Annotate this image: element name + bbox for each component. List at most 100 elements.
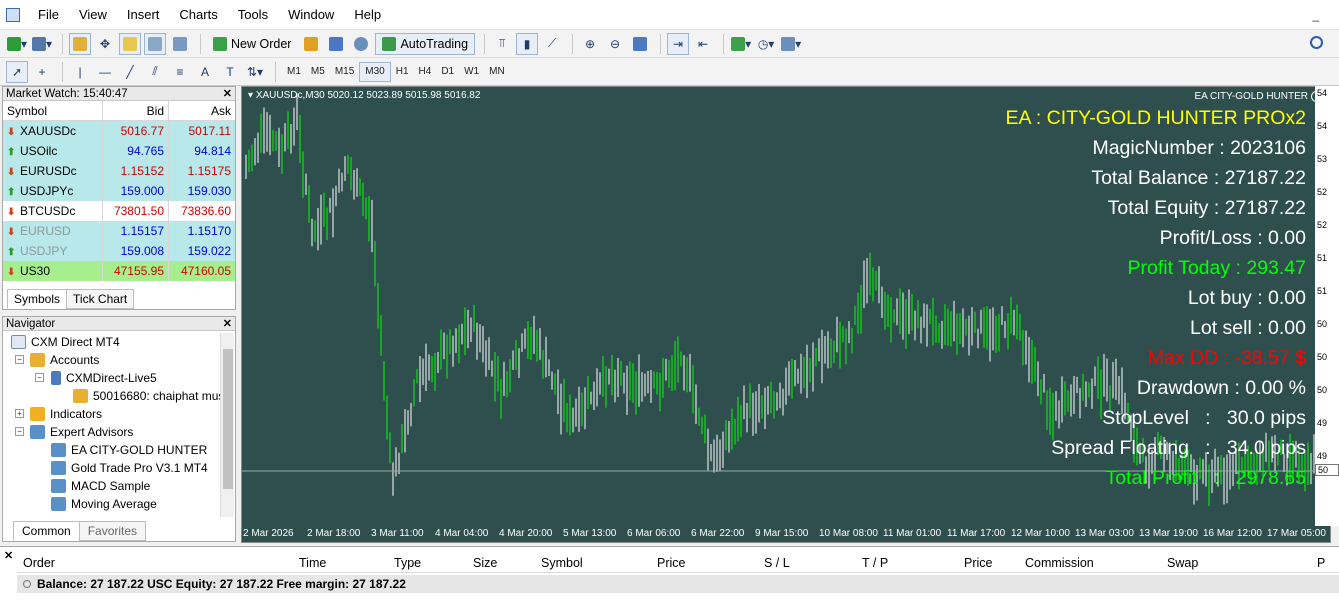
price-chart[interactable]: ▾ XAUUSDc,M30 5020.12 5023.89 5015.98 50… <box>241 86 1331 543</box>
nav-ea-item[interactable]: Gold Trade Pro V3.1 MT4 <box>51 459 208 477</box>
nav-indicators[interactable]: Indicators <box>30 405 102 423</box>
crosshair-button[interactable]: + <box>31 61 53 83</box>
new-chart-button[interactable]: ▾ <box>6 33 28 55</box>
metaeditor-button[interactable] <box>300 33 322 55</box>
scrollbar-thumb[interactable] <box>223 349 233 489</box>
market-watch-toggle[interactable] <box>69 32 91 55</box>
timeframe-w1[interactable]: W1 <box>459 62 484 82</box>
periods-button[interactable]: ◷ ▾ <box>755 33 777 55</box>
tab-symbols[interactable]: Symbols <box>7 289 68 309</box>
strategy-tester-toggle[interactable] <box>169 33 191 55</box>
search-icon[interactable] <box>1310 36 1323 49</box>
terminal-column-header[interactable]: Time <box>299 556 326 570</box>
column-bid[interactable]: Bid <box>103 101 169 120</box>
timeframe-h1[interactable]: H1 <box>391 62 414 82</box>
fibonacci-button[interactable]: ≡ <box>169 61 191 83</box>
market-watch-row[interactable]: ⬇ EURUSDc 1.15152 1.15175 <box>3 161 235 181</box>
horizontal-line-button[interactable]: — <box>94 61 116 83</box>
nav-root[interactable]: CXM Direct MT4 <box>11 333 120 351</box>
autotrading-button[interactable]: AutoTrading <box>375 32 476 55</box>
navigator-toggle[interactable] <box>119 32 141 55</box>
text-label-button[interactable]: T <box>219 61 241 83</box>
terminal-column-header[interactable]: Size <box>473 556 497 570</box>
channel-button[interactable]: ⫽ <box>144 61 166 83</box>
minimize-button[interactable]: _ <box>1312 8 1319 22</box>
timeframe-m15[interactable]: M15 <box>330 62 359 82</box>
menu-window[interactable]: Window <box>278 0 344 30</box>
tab-common[interactable]: Common <box>13 521 80 541</box>
vertical-line-button[interactable]: | <box>69 61 91 83</box>
market-watch-row[interactable]: ⬇ BTCUSDc 73801.50 73836.60 <box>3 201 235 221</box>
tab-favorites[interactable]: Favorites <box>78 521 147 541</box>
expand-icon[interactable]: + <box>15 409 24 418</box>
market-watch-row[interactable]: ⬆ USDJPYc 159.000 159.030 <box>3 181 235 201</box>
candlestick-button[interactable]: ▮ <box>516 32 539 55</box>
market-watch-row[interactable]: ⬇ XAUUSDc 5016.77 5017.11 <box>3 121 235 141</box>
autoscroll-button[interactable]: ⇥ <box>667 32 690 55</box>
symbol-cell: ⬆ USDJPY <box>3 241 103 261</box>
signals-button[interactable] <box>350 33 372 55</box>
line-chart-button[interactable]: ⟋ <box>541 33 563 55</box>
terminal-column-header[interactable]: Commission <box>1025 556 1094 570</box>
nav-server[interactable]: CXMDirect-Live5 <box>51 369 157 387</box>
menu-charts[interactable]: Charts <box>169 0 227 30</box>
collapse-icon[interactable]: − <box>35 373 44 382</box>
data-window-toggle[interactable]: ✥ <box>94 33 116 55</box>
market-watch-row[interactable]: ⬇ US30 47155.95 47160.05 <box>3 261 235 281</box>
timeframe-mn[interactable]: MN <box>484 62 510 82</box>
chart-shift-button[interactable]: ⇤ <box>692 33 714 55</box>
profiles-button[interactable]: ▾ <box>31 33 53 55</box>
terminal-column-header[interactable]: T / P <box>862 556 888 570</box>
zoom-out-button[interactable]: ⊖ <box>604 33 626 55</box>
arrows-button[interactable]: ⇅ ▾ <box>244 61 266 83</box>
collapse-icon[interactable]: − <box>15 427 24 436</box>
balance-row[interactable]: Balance: 27 187.22 USC Equity: 27 187.22… <box>17 575 1339 593</box>
menu-tools[interactable]: Tools <box>228 0 278 30</box>
terminal-column-header[interactable]: Order <box>23 556 55 570</box>
nav-ea-item[interactable]: MACD Sample <box>51 477 150 495</box>
column-symbol[interactable]: Symbol <box>3 101 103 120</box>
terminal-column-header[interactable]: Price <box>964 556 992 570</box>
nav-expert-advisors[interactable]: Expert Advisors <box>30 423 133 441</box>
close-icon[interactable]: ✕ <box>223 317 232 331</box>
timeframe-m5[interactable]: M5 <box>306 62 330 82</box>
indicators-button[interactable]: ▾ <box>730 33 752 55</box>
market-watch-row[interactable]: ⬆ USDJPY 159.008 159.022 <box>3 241 235 261</box>
nav-ea-item[interactable]: Moving Average <box>51 495 157 513</box>
menu-file[interactable]: File <box>28 0 69 30</box>
terminal-column-header[interactable]: P <box>1317 556 1325 570</box>
trendline-button[interactable]: ╱ <box>119 61 141 83</box>
tile-windows-button[interactable] <box>629 33 651 55</box>
terminal-column-header[interactable]: Type <box>394 556 421 570</box>
terminal-column-header[interactable]: S / L <box>764 556 790 570</box>
templates-button[interactable]: ▾ <box>780 33 802 55</box>
zoom-in-button[interactable]: ⊕ <box>579 33 601 55</box>
market-watch-row[interactable]: ⬇ EURUSD 1.15157 1.15170 <box>3 221 235 241</box>
timeframe-h4[interactable]: H4 <box>414 62 437 82</box>
cursor-button[interactable]: ➚ <box>6 60 28 83</box>
timeframe-m1[interactable]: M1 <box>282 62 306 82</box>
menu-insert[interactable]: Insert <box>117 0 170 30</box>
market-button[interactable] <box>325 33 347 55</box>
menu-view[interactable]: View <box>69 0 117 30</box>
bar-chart-button[interactable]: ⫪ <box>491 33 513 55</box>
terminal-column-header[interactable]: Symbol <box>541 556 583 570</box>
terminal-column-header[interactable]: Swap <box>1167 556 1198 570</box>
nav-account[interactable]: 50016680: chaiphat mus <box>73 387 224 405</box>
terminal-toggle[interactable] <box>144 32 166 55</box>
timeframe-d1[interactable]: D1 <box>436 62 459 82</box>
new-order-button[interactable]: New Order <box>207 33 297 55</box>
close-icon[interactable]: ✕ <box>4 549 13 562</box>
nav-ea-item[interactable]: EA CITY-GOLD HUNTER <box>51 441 207 459</box>
collapse-icon[interactable]: − <box>15 355 24 364</box>
timeframe-m30[interactable]: M30 <box>359 61 391 82</box>
close-icon[interactable]: ✕ <box>223 87 232 101</box>
tab-tick-chart[interactable]: Tick Chart <box>66 289 135 309</box>
column-ask[interactable]: Ask <box>169 101 235 120</box>
nav-accounts[interactable]: Accounts <box>30 351 99 369</box>
market-watch-row[interactable]: ⬆ USOilc 94.765 94.814 <box>3 141 235 161</box>
terminal-column-header[interactable]: Price <box>657 556 685 570</box>
navigator-scrollbar[interactable] <box>220 333 234 517</box>
text-button[interactable]: A <box>194 61 216 83</box>
menu-help[interactable]: Help <box>344 0 391 30</box>
